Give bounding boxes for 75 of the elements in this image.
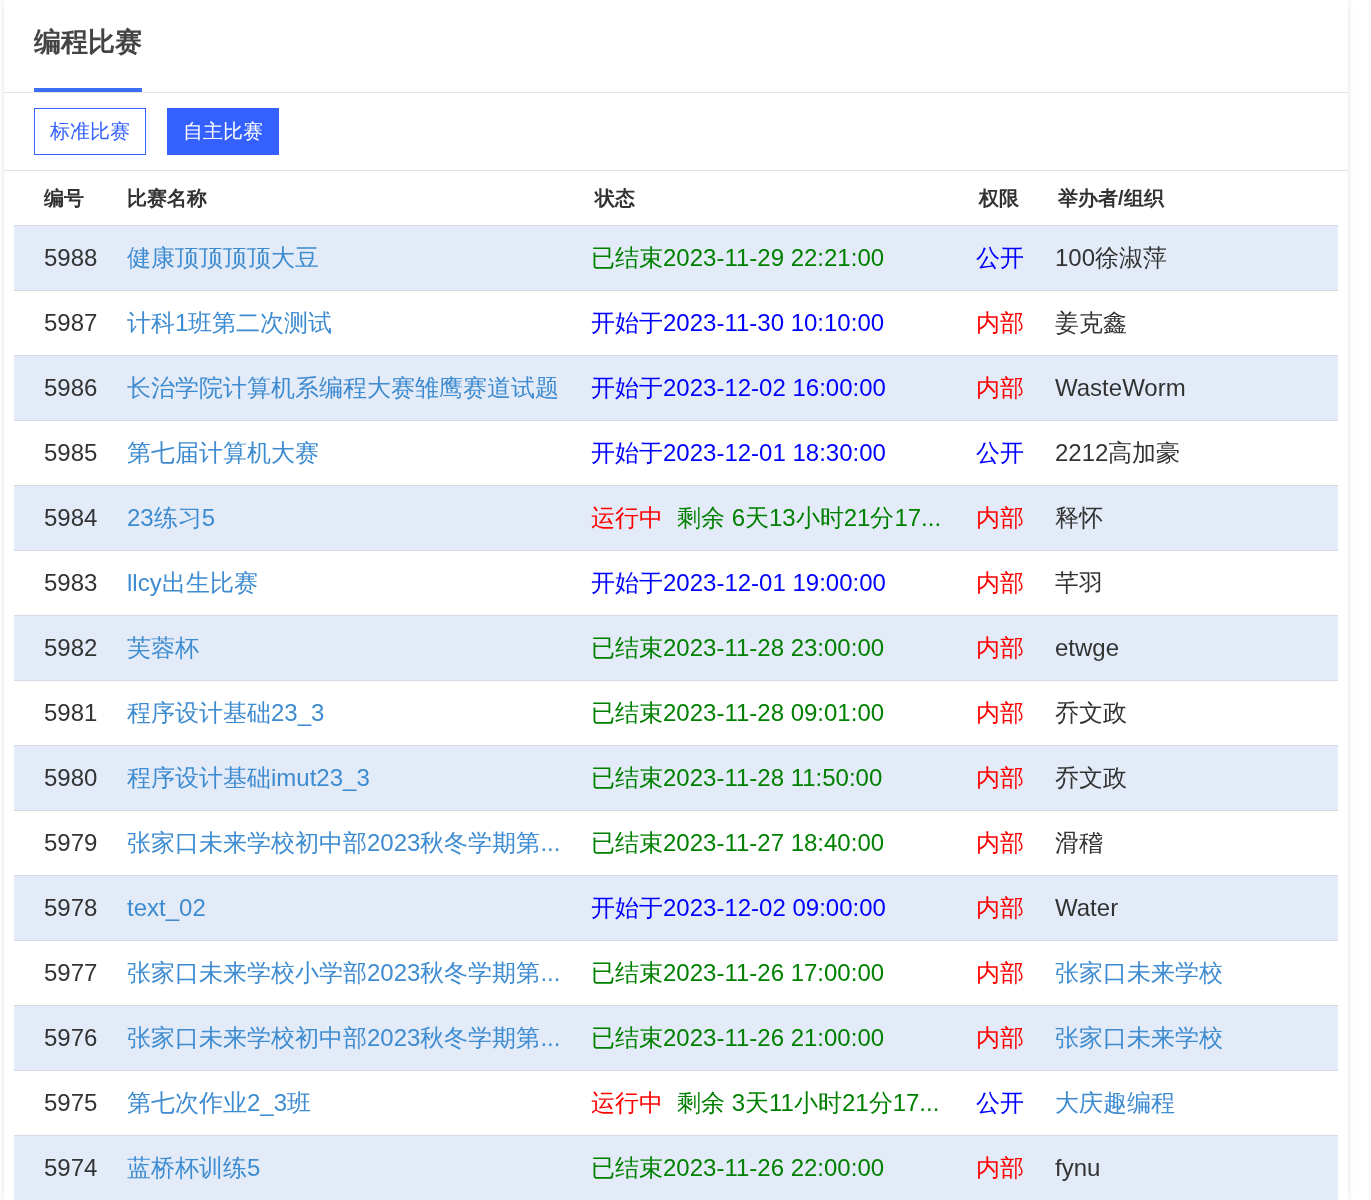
organizer-name: 乔文政: [1055, 763, 1127, 793]
access-label: 公开: [976, 1088, 1024, 1118]
access-label: 内部: [976, 828, 1024, 858]
access-label: 内部: [976, 893, 1024, 923]
organizer-link[interactable]: 大庆趣编程: [1055, 1087, 1175, 1119]
contest-id: 5982: [44, 634, 98, 662]
organizer-name: 2212高加豪: [1055, 438, 1181, 468]
organizer-name: 释怀: [1055, 503, 1103, 533]
contest-id: 5988: [44, 244, 98, 272]
contest-id: 5974: [44, 1154, 98, 1182]
contest-link[interactable]: 芙蓉杯: [127, 632, 199, 664]
organizer-name: 姜克鑫: [1055, 308, 1127, 338]
contest-link[interactable]: 计科1班第二次测试: [127, 307, 333, 339]
contest-link[interactable]: 张家口未来学校小学部2023秋冬学期第...: [127, 957, 561, 989]
contest-link[interactable]: 第七届计算机大赛: [127, 437, 319, 469]
contest-id: 5983: [44, 569, 98, 597]
organizer-name: fynu: [1055, 1154, 1101, 1182]
contest-status: 已结束2023-11-28 23:00:00: [591, 633, 885, 663]
contest-status: 开始于2023-11-30 10:10:00: [591, 308, 885, 338]
contest-status: 已结束2023-11-29 22:21:00: [591, 243, 885, 273]
contest-id: 5986: [44, 374, 98, 402]
contest-id: 5978: [44, 894, 98, 922]
contest-id: 5977: [44, 959, 98, 987]
organizer-name: 滑稽: [1055, 828, 1103, 858]
contest-id: 5981: [44, 699, 98, 727]
access-label: 内部: [976, 633, 1024, 663]
contest-status: 开始于2023-12-01 18:30:00: [591, 438, 886, 468]
contest-status: 已结束2023-11-26 17:00:00: [591, 958, 885, 988]
organizer-name: Water: [1055, 894, 1119, 922]
contest-link[interactable]: 蓝桥杯训练5: [127, 1152, 261, 1184]
organizer-name: etwge: [1055, 634, 1120, 662]
contest-id: 5987: [44, 309, 98, 337]
contest-link[interactable]: llcy出生比赛: [127, 567, 258, 599]
contest-status: 已结束2023-11-26 21:00:00: [591, 1023, 885, 1053]
organizer-link[interactable]: 张家口未来学校: [1055, 957, 1223, 989]
contest-status: 开始于2023-12-02 16:00:00: [591, 373, 886, 403]
access-label: 公开: [976, 438, 1024, 468]
contest-link[interactable]: 张家口未来学校初中部2023秋冬学期第...: [127, 827, 561, 859]
access-label: 内部: [976, 308, 1024, 338]
time-remaining: 剩余 6天13小时21分17...: [677, 503, 942, 533]
contest-id: 5979: [44, 829, 98, 857]
access-label: 内部: [976, 1153, 1024, 1183]
organizer-name: 乔文政: [1055, 698, 1127, 728]
contest-link[interactable]: 23练习5: [127, 502, 216, 534]
access-label: 内部: [976, 698, 1024, 728]
filter-button[interactable]: 标准比赛: [34, 108, 146, 155]
organizer-name: 芊羽: [1055, 568, 1103, 598]
page-tab[interactable]: 编程比赛: [34, 4, 142, 92]
contest-status: 已结束2023-11-26 22:00:00: [591, 1153, 885, 1183]
contest-id: 5975: [44, 1089, 98, 1117]
contest-link[interactable]: text_02: [127, 894, 206, 922]
organizer-name: 100徐淑萍: [1055, 243, 1168, 273]
contest-id: 5985: [44, 439, 98, 467]
access-label: 内部: [976, 763, 1024, 793]
access-label: 内部: [976, 503, 1024, 533]
time-remaining: 剩余 3天11小时21分17...: [677, 1088, 940, 1118]
access-label: 内部: [976, 1023, 1024, 1053]
contest-link[interactable]: 第七次作业2_3班: [127, 1087, 312, 1119]
access-label: 公开: [976, 243, 1024, 273]
contest-id: 5976: [44, 1024, 98, 1052]
contest-status: 开始于2023-12-02 09:00:00: [591, 893, 886, 923]
contest-status: 已结束2023-11-28 11:50:00: [591, 763, 883, 793]
contest-link[interactable]: 程序设计基础23_3: [127, 697, 325, 729]
contest-status: 运行中: [591, 1088, 663, 1118]
organizer-name: WasteWorm: [1055, 374, 1186, 402]
contest-id: 5984: [44, 504, 98, 532]
contest-status: 已结束2023-11-28 09:01:00: [591, 698, 885, 728]
contest-status: 开始于2023-12-01 19:00:00: [591, 568, 886, 598]
access-label: 内部: [976, 568, 1024, 598]
access-label: 内部: [976, 373, 1024, 403]
filter-button[interactable]: 自主比赛: [167, 108, 279, 155]
contest-id: 5980: [44, 764, 98, 792]
contest-status: 已结束2023-11-27 18:40:00: [591, 828, 885, 858]
contest-status: 运行中: [591, 503, 663, 533]
access-label: 内部: [976, 958, 1024, 988]
